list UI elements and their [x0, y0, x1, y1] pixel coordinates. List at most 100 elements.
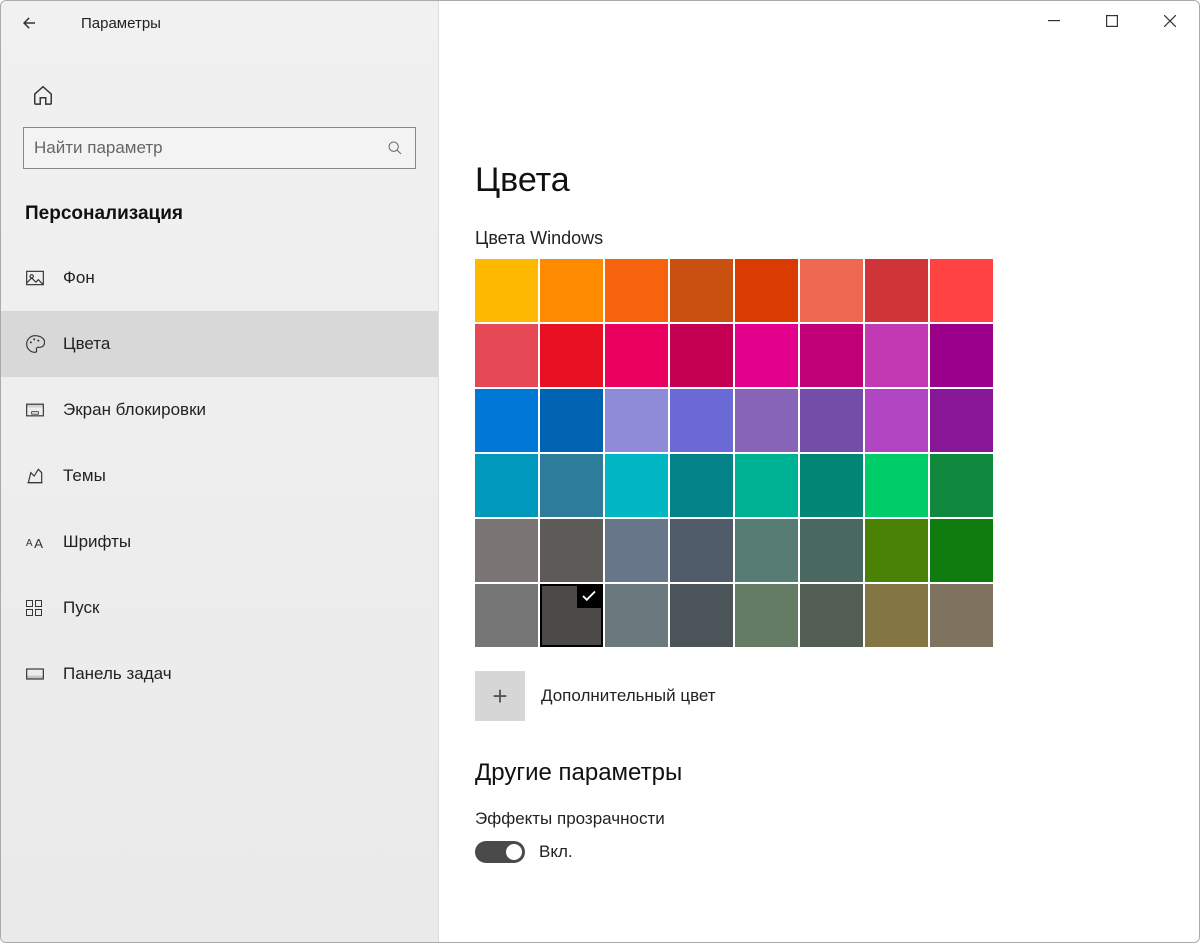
- color-swatch[interactable]: [540, 259, 603, 322]
- color-swatch[interactable]: [605, 389, 668, 452]
- color-swatch[interactable]: [475, 259, 538, 322]
- transparency-toggle[interactable]: [475, 841, 525, 863]
- themes-icon: [25, 466, 63, 486]
- color-swatch[interactable]: [670, 389, 733, 452]
- sidebar-item-5[interactable]: Пуск: [1, 575, 438, 641]
- maximize-icon: [1106, 15, 1118, 27]
- color-swatch[interactable]: [735, 259, 798, 322]
- color-swatch[interactable]: [800, 259, 863, 322]
- color-swatch[interactable]: [735, 324, 798, 387]
- color-swatch[interactable]: [540, 454, 603, 517]
- windows-colors-label: Цвета Windows: [475, 228, 1163, 249]
- color-swatch[interactable]: [670, 454, 733, 517]
- sidebar: Персонализация Фон Цвета Экран блокировки Т…: [1, 1, 439, 942]
- color-swatch[interactable]: [800, 324, 863, 387]
- color-swatch[interactable]: [865, 259, 928, 322]
- maximize-button[interactable]: [1083, 1, 1141, 41]
- color-swatch[interactable]: [735, 454, 798, 517]
- color-swatch[interactable]: [670, 584, 733, 647]
- custom-color-label: Дополнительный цвет: [541, 686, 716, 706]
- color-swatch[interactable]: [605, 324, 668, 387]
- taskbar-icon: [25, 664, 63, 684]
- sidebar-nav: ФонЦветаЭкран блокировкиТемыAAШрифтыПуск…: [1, 245, 438, 707]
- color-swatch[interactable]: [735, 389, 798, 452]
- picture-icon: [25, 268, 63, 288]
- window-title: Параметры: [81, 15, 161, 32]
- transparency-state: Вкл.: [539, 842, 573, 862]
- color-swatch[interactable]: [930, 584, 993, 647]
- color-swatch[interactable]: [475, 389, 538, 452]
- sidebar-item-4[interactable]: AAШрифты: [1, 509, 438, 575]
- color-swatch[interactable]: [605, 519, 668, 582]
- svg-text:A: A: [34, 536, 43, 551]
- titlebar: Параметры: [1, 1, 1199, 45]
- color-swatch[interactable]: [540, 389, 603, 452]
- color-swatch[interactable]: [605, 584, 668, 647]
- back-button[interactable]: [7, 1, 51, 45]
- color-swatch[interactable]: [930, 389, 993, 452]
- color-swatch[interactable]: [475, 454, 538, 517]
- sidebar-item-label: Пуск: [63, 598, 99, 618]
- sidebar-item-label: Фон: [63, 268, 95, 288]
- color-swatch[interactable]: [800, 454, 863, 517]
- color-swatch[interactable]: [540, 584, 603, 647]
- window-controls: [1025, 1, 1199, 45]
- color-swatch[interactable]: [930, 454, 993, 517]
- palette-icon: [25, 334, 63, 354]
- home-button[interactable]: [23, 75, 63, 115]
- custom-color-button[interactable]: + Дополнительный цвет: [475, 671, 1163, 721]
- color-swatch[interactable]: [670, 519, 733, 582]
- color-swatch[interactable]: [930, 259, 993, 322]
- color-swatch[interactable]: [930, 519, 993, 582]
- sidebar-item-3[interactable]: Темы: [1, 443, 438, 509]
- close-button[interactable]: [1141, 1, 1199, 41]
- page-title: Цвета: [475, 161, 1163, 200]
- color-swatch[interactable]: [865, 454, 928, 517]
- check-icon: [580, 587, 598, 605]
- sidebar-item-label: Цвета: [63, 334, 110, 354]
- color-swatch[interactable]: [800, 519, 863, 582]
- main-content: Цвета Цвета Windows + Дополнительный цве…: [439, 1, 1199, 942]
- color-swatch[interactable]: [605, 259, 668, 322]
- fonts-icon: AA: [25, 532, 63, 552]
- close-icon: [1164, 15, 1176, 27]
- color-swatch[interactable]: [735, 584, 798, 647]
- titlebar-left: Параметры: [1, 1, 161, 45]
- color-swatch[interactable]: [865, 584, 928, 647]
- more-options-heading: Другие параметры: [475, 759, 1163, 787]
- color-swatch[interactable]: [800, 584, 863, 647]
- color-swatch[interactable]: [930, 324, 993, 387]
- search-box[interactable]: [23, 127, 416, 169]
- color-swatch[interactable]: [735, 519, 798, 582]
- color-swatch[interactable]: [670, 259, 733, 322]
- color-swatch[interactable]: [540, 324, 603, 387]
- color-swatch[interactable]: [865, 519, 928, 582]
- minimize-icon: [1048, 15, 1060, 27]
- sidebar-item-0[interactable]: Фон: [1, 245, 438, 311]
- sidebar-item-1[interactable]: Цвета: [1, 311, 438, 377]
- minimize-button[interactable]: [1025, 1, 1083, 41]
- sidebar-item-6[interactable]: Панель задач: [1, 641, 438, 707]
- color-swatch[interactable]: [475, 324, 538, 387]
- svg-text:A: A: [26, 538, 33, 549]
- color-swatch[interactable]: [475, 519, 538, 582]
- sidebar-item-label: Шрифты: [63, 532, 131, 552]
- color-swatch[interactable]: [605, 454, 668, 517]
- sidebar-item-2[interactable]: Экран блокировки: [1, 377, 438, 443]
- toggle-knob: [506, 844, 522, 860]
- color-swatch[interactable]: [800, 389, 863, 452]
- sidebar-item-label: Экран блокировки: [63, 400, 206, 420]
- color-swatch[interactable]: [865, 324, 928, 387]
- color-swatch[interactable]: [865, 389, 928, 452]
- color-swatch[interactable]: [475, 584, 538, 647]
- sidebar-item-label: Панель задач: [63, 664, 172, 684]
- transparency-label: Эффекты прозрачности: [475, 809, 1163, 829]
- color-swatch[interactable]: [670, 324, 733, 387]
- sidebar-item-label: Темы: [63, 466, 106, 486]
- color-swatch[interactable]: [540, 519, 603, 582]
- sidebar-section-title: Персонализация: [1, 187, 438, 235]
- search-input[interactable]: [34, 138, 385, 158]
- plus-icon: +: [475, 671, 525, 721]
- color-swatch-grid: [475, 259, 1163, 647]
- home-icon: [32, 84, 54, 106]
